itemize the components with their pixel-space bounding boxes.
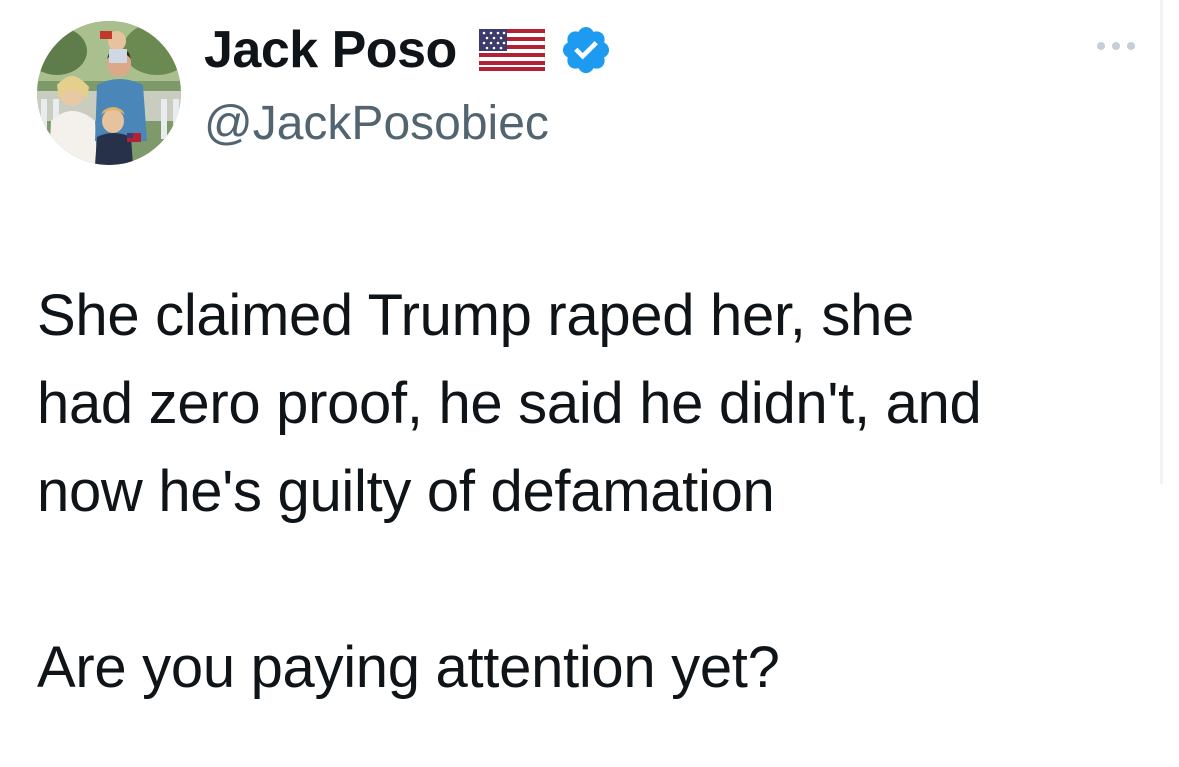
author-avatar[interactable] (37, 21, 181, 165)
us-flag-icon (478, 29, 545, 71)
scrollbar[interactable] (1160, 0, 1163, 484)
tweet-paragraph: Are you paying attention yet? (37, 635, 780, 700)
author-name-row: Jack Poso (204, 18, 613, 82)
tweet-card: Jack Poso @JackPosobiec She claimed Trum… (0, 0, 1179, 767)
avatar-photo (37, 21, 181, 165)
more-options-button[interactable] (1092, 30, 1140, 62)
author-handle[interactable]: @JackPosobiec (204, 94, 549, 154)
tweet-paragraph: She claimed Trump raped her, she had zer… (37, 283, 982, 524)
author-display-name[interactable]: Jack Poso (204, 18, 457, 82)
tweet-text: She claimed Trump raped her, she had zer… (37, 272, 1147, 712)
more-options-icon (1097, 42, 1135, 50)
verified-badge-icon[interactable] (559, 23, 613, 77)
